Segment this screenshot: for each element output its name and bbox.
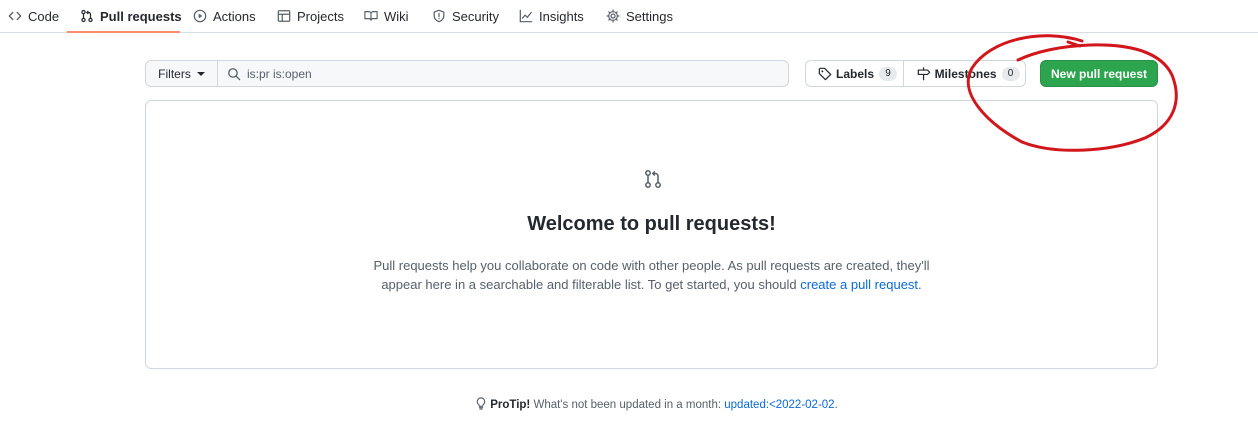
tab-security[interactable]: Security (432, 0, 499, 32)
tab-pull-requests-label: Pull requests (100, 8, 182, 24)
create-pull-request-link[interactable]: create a pull request (800, 277, 918, 292)
tab-wiki[interactable]: Wiki (364, 0, 409, 32)
blankslate-text-line2: appear here in a searchable and filterab… (381, 277, 801, 292)
labels-milestones-group: Labels 9 Milestones 0 (805, 60, 1026, 87)
table-icon (277, 9, 291, 23)
labels-button[interactable]: Labels 9 (806, 61, 904, 86)
milestones-button-label: Milestones (934, 66, 997, 81)
protip-label: ProTip! (490, 399, 531, 411)
light-bulb-icon (475, 397, 487, 410)
protip-updated-link[interactable]: updated:<2022-02-02 (724, 399, 834, 411)
tab-pull-requests[interactable]: Pull requests (80, 0, 182, 32)
blankslate: Welcome to pull requests! Pull requests … (145, 100, 1158, 369)
tab-settings[interactable]: Settings (606, 0, 673, 32)
tab-projects-label: Projects (297, 8, 344, 24)
milestone-icon (917, 66, 931, 81)
labels-button-label: Labels (836, 66, 875, 81)
selected-tab-underline (67, 31, 180, 33)
filters-button[interactable]: Filters (145, 60, 218, 87)
filters-button-label: Filters (158, 66, 191, 81)
graph-icon (519, 9, 533, 23)
new-pull-request-button[interactable]: New pull request (1040, 60, 1158, 87)
protip-suffix: . (834, 399, 838, 411)
protip-text: What's not been updated in a month: (530, 399, 725, 411)
gear-icon (606, 9, 620, 23)
tab-settings-label: Settings (626, 8, 673, 24)
milestones-button[interactable]: Milestones 0 (904, 61, 1025, 86)
shield-icon (432, 9, 446, 23)
blankslate-description: Pull requests help you collaborate on co… (146, 256, 1157, 294)
tab-security-label: Security (452, 8, 499, 24)
blankslate-text-suffix: . (918, 277, 922, 292)
blankslate-text-line1: Pull requests help you collaborate on co… (373, 258, 930, 273)
repo-nav: Code Pull requests Actions Projects Wiki… (0, 0, 1258, 33)
tab-insights[interactable]: Insights (519, 0, 584, 32)
chevron-down-icon (196, 71, 205, 76)
protip: ProTip! What's not been updated in a mon… (0, 397, 1258, 411)
play-icon (193, 9, 207, 23)
tab-wiki-label: Wiki (384, 8, 409, 24)
tab-code[interactable]: Code (8, 0, 59, 32)
git-pull-request-icon (643, 169, 663, 189)
book-icon (364, 9, 378, 23)
blankslate-title: Welcome to pull requests! (527, 213, 776, 235)
search-box (217, 60, 789, 87)
labels-count-badge: 9 (879, 66, 898, 81)
code-icon (8, 9, 22, 23)
tab-actions-label: Actions (213, 8, 256, 24)
tag-icon (818, 67, 832, 81)
milestones-count-badge: 0 (1001, 66, 1020, 81)
tab-insights-label: Insights (539, 8, 584, 24)
tab-actions[interactable]: Actions (193, 0, 256, 32)
tab-code-label: Code (28, 8, 60, 24)
search-icon (227, 67, 241, 81)
git-pull-request-icon (80, 9, 94, 23)
tab-projects[interactable]: Projects (277, 0, 344, 32)
search-input[interactable] (247, 66, 767, 81)
